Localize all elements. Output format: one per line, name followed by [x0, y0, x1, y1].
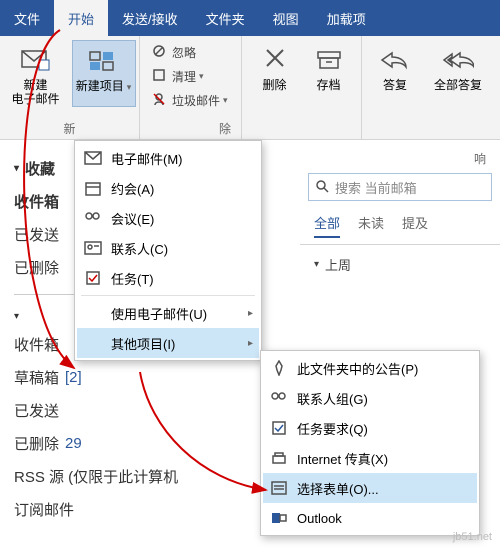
- contact-card-icon: [83, 238, 103, 258]
- envelope-icon: [83, 148, 103, 168]
- delete-button[interactable]: 删除: [248, 40, 302, 92]
- junk-button[interactable]: 垃圾邮件▾: [148, 88, 232, 112]
- new-items-menu: 电子邮件(M) 约会(A) 会议(E) 联系人(C) 任务(T) 使用电子邮件(…: [74, 140, 262, 361]
- filter-unread[interactable]: 未读: [358, 213, 384, 238]
- submenu-task-request[interactable]: 任务要求(Q): [263, 413, 477, 443]
- new-items-icon: [88, 45, 120, 77]
- tab-folder[interactable]: 文件夹: [192, 0, 259, 36]
- nav-deleted-2[interactable]: 已删除29: [14, 427, 240, 460]
- nav-sent-2[interactable]: 已发送: [14, 394, 240, 427]
- cleanup-icon: [152, 68, 168, 84]
- filter-all[interactable]: 全部: [314, 213, 340, 238]
- nav-rss[interactable]: RSS 源 (仅限于此计算机: [14, 460, 240, 493]
- menu-contact[interactable]: 联系人(C): [77, 233, 259, 263]
- submenu-post[interactable]: 此文件夹中的公告(P): [263, 353, 477, 383]
- menu-more-items[interactable]: 其他项目(I) ▸: [77, 328, 259, 358]
- menu-task[interactable]: 任务(T): [77, 263, 259, 293]
- reply-all-icon: [442, 44, 474, 76]
- junk-icon: [152, 92, 168, 108]
- delete-icon: [259, 44, 291, 76]
- filter-mention[interactable]: 提及: [402, 213, 428, 238]
- meeting-icon: [83, 208, 103, 228]
- people-icon: [269, 388, 289, 408]
- reply-icon: [379, 44, 411, 76]
- form-icon: [269, 478, 289, 498]
- group-label-new: 新: [0, 120, 139, 137]
- message-list-pane: 响 搜索 当前邮箱 全部 未读 提及 ▾上周: [300, 150, 500, 274]
- submenu-choose-form[interactable]: 选择表单(O)...: [263, 473, 477, 503]
- chevron-right-icon: ▸: [248, 338, 253, 349]
- tab-home[interactable]: 开始: [54, 0, 108, 36]
- chevron-down-icon: ▾: [199, 71, 204, 82]
- submenu-internet-fax[interactable]: Internet 传真(X): [263, 443, 477, 473]
- pin-icon: [269, 358, 289, 378]
- submenu-contact-group[interactable]: 联系人组(G): [263, 383, 477, 413]
- calendar-icon: [83, 178, 103, 198]
- more-items-submenu: 此文件夹中的公告(P) 联系人组(G) 任务要求(Q) Internet 传真(…: [260, 350, 480, 536]
- ignore-button[interactable]: 忽略: [148, 40, 200, 64]
- fax-icon: [269, 448, 289, 468]
- group-label-del: 除: [140, 120, 241, 137]
- group-last-week[interactable]: ▾上周: [300, 245, 500, 274]
- reply-button[interactable]: 答复: [368, 40, 422, 92]
- chevron-down-icon: ▾: [14, 163, 19, 174]
- ribbon: 新建 电子邮件 新建项目▾ 新 忽略 清理▾ 垃圾邮件▾ 除: [0, 36, 500, 140]
- new-email-button[interactable]: 新建 电子邮件: [4, 40, 68, 107]
- group-label-respond: 响: [300, 150, 500, 173]
- nav-drafts[interactable]: 草稿箱[2]: [14, 361, 240, 394]
- triangle-down-icon: ▾: [314, 259, 319, 270]
- new-items-button[interactable]: 新建项目▾: [72, 40, 136, 107]
- search-icon: [315, 179, 329, 196]
- chevron-down-icon: ▾: [223, 95, 228, 106]
- chevron-down-icon: ▾: [127, 82, 132, 92]
- submenu-outlook[interactable]: Outlook: [263, 503, 477, 533]
- task-icon: [83, 268, 103, 288]
- menu-meeting[interactable]: 会议(E): [77, 203, 259, 233]
- watermark: jb51.net: [453, 531, 492, 543]
- archive-button[interactable]: 存档: [302, 40, 356, 92]
- chevron-down-icon: ▾: [14, 311, 19, 322]
- outlook-icon: [269, 508, 289, 528]
- tab-file[interactable]: 文件: [0, 0, 54, 36]
- envelope-icon: [20, 44, 52, 76]
- reply-all-button[interactable]: 全部答复: [422, 40, 494, 92]
- cleanup-button[interactable]: 清理▾: [148, 64, 208, 88]
- menu-use-email[interactable]: 使用电子邮件(U) ▸: [77, 298, 259, 328]
- nav-subscriptions[interactable]: 订阅邮件: [14, 493, 240, 526]
- search-input[interactable]: 搜索 当前邮箱: [308, 173, 492, 201]
- tab-addins[interactable]: 加载项: [313, 0, 380, 36]
- menu-appointment[interactable]: 约会(A): [77, 173, 259, 203]
- task-request-icon: [269, 418, 289, 438]
- ignore-icon: [152, 44, 168, 60]
- archive-icon: [313, 44, 345, 76]
- chevron-right-icon: ▸: [248, 308, 253, 319]
- menu-separator: [81, 295, 255, 296]
- tab-view[interactable]: 视图: [259, 0, 313, 36]
- tab-send-receive[interactable]: 发送/接收: [108, 0, 192, 36]
- menu-email[interactable]: 电子邮件(M): [77, 143, 259, 173]
